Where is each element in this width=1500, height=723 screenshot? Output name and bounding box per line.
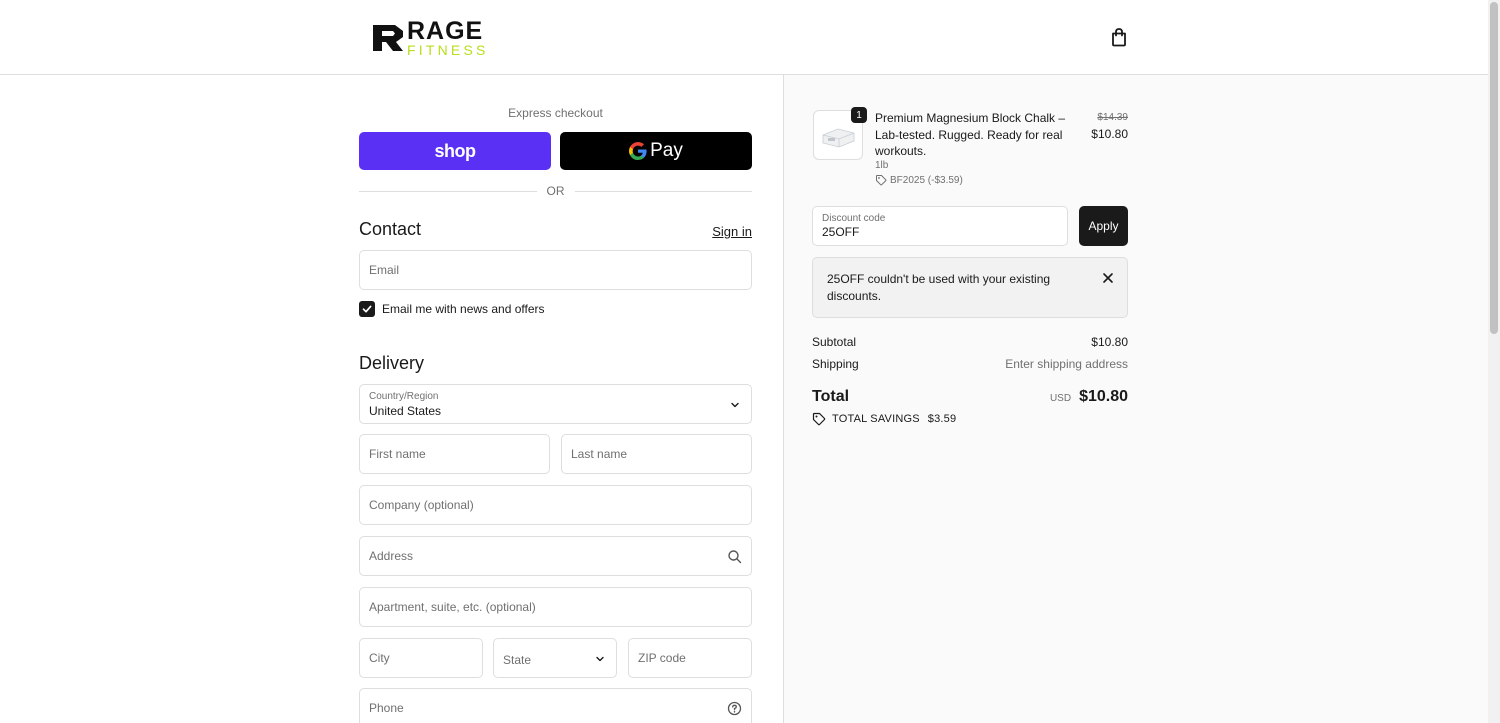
express-checkout-label: Express checkout	[508, 106, 603, 120]
zip-field[interactable]	[628, 638, 752, 678]
apartment-field[interactable]	[359, 587, 752, 627]
subtotal-label: Subtotal	[812, 335, 857, 349]
total-value: $10.80	[1079, 388, 1128, 405]
subtotal-row: Subtotal $10.80	[812, 335, 1128, 349]
logo-wordmark-fitness: FITNESS	[407, 42, 489, 58]
shipping-row: Shipping Enter shipping address	[812, 357, 1128, 371]
discount-code-field[interactable]: Discount code	[812, 206, 1068, 246]
city-field[interactable]	[359, 638, 483, 678]
discount-error-text: 25OFF couldn't be used with your existin…	[827, 272, 1051, 303]
google-pay-button[interactable]: Pay	[560, 132, 752, 170]
scrollbar-thumb[interactable]	[1490, 2, 1498, 334]
country-value: United States	[369, 404, 442, 418]
product-final-price: $10.80	[1091, 127, 1128, 141]
logo-wordmark-rage: RAGE	[407, 17, 484, 45]
total-savings-value: $3.59	[927, 413, 957, 425]
or-divider: OR	[359, 184, 752, 198]
apply-discount-button[interactable]: Apply	[1079, 206, 1128, 246]
newsletter-label: Email me with news and offers	[382, 302, 545, 316]
email-field[interactable]	[359, 250, 752, 290]
state-placeholder: State	[503, 653, 532, 667]
product-discount-tag: BF2025 (-$3.59)	[875, 174, 963, 186]
tag-icon	[812, 412, 826, 426]
chevron-down-icon	[731, 402, 739, 408]
address-field[interactable]	[359, 536, 752, 576]
total-currency: USD	[1049, 393, 1072, 404]
product-name: Premium Magnesium Block Chalk – Lab-test…	[875, 111, 1066, 158]
total-savings-label: TOTAL SAVINGS	[832, 413, 920, 425]
address-input[interactable]	[360, 537, 751, 575]
delivery-heading: Delivery	[359, 353, 425, 373]
sign-in-link[interactable]: Sign in	[690, 224, 752, 239]
first-name-field[interactable]	[359, 434, 550, 474]
city-input[interactable]	[360, 639, 482, 677]
newsletter-option[interactable]: Email me with news and offers	[359, 300, 545, 318]
google-pay-label: Pay	[650, 140, 683, 161]
google-g-icon	[629, 142, 647, 160]
page-scrollbar[interactable]	[1488, 0, 1500, 723]
email-input[interactable]	[360, 251, 751, 289]
tag-icon	[876, 175, 887, 186]
shop-pay-label: shop	[434, 140, 477, 161]
checkmark-icon	[362, 305, 372, 313]
product-discount-label: BF2025 (-$3.59)	[890, 174, 963, 186]
contact-heading: Contact	[359, 219, 422, 239]
last-name-field[interactable]	[561, 434, 752, 474]
first-name-input[interactable]	[360, 435, 549, 473]
apartment-input[interactable]	[360, 588, 751, 626]
discount-code-label: Discount code	[822, 213, 886, 224]
chevron-down-icon	[596, 656, 604, 662]
state-select[interactable]: State	[493, 638, 617, 678]
divider-line-right	[574, 190, 752, 192]
total-savings: TOTAL SAVINGS $3.59	[812, 412, 956, 426]
rage-fitness-logo[interactable]: RAGE FITNESS	[371, 17, 511, 58]
shopping-bag-icon[interactable]	[1108, 26, 1130, 48]
site-header: RAGE FITNESS	[0, 0, 1488, 75]
company-field[interactable]	[359, 485, 752, 525]
newsletter-checkbox[interactable]	[359, 301, 375, 317]
help-circle-icon[interactable]	[727, 701, 742, 716]
or-divider-text: OR	[546, 184, 565, 198]
total-label: Total	[812, 388, 850, 405]
zip-input[interactable]	[629, 639, 751, 677]
shipping-label: Shipping	[812, 357, 859, 371]
product-variant: 1lb	[875, 160, 889, 171]
product-original-price: $14.39	[1097, 112, 1128, 123]
shipping-value: Enter shipping address	[1005, 357, 1128, 371]
shop-pay-button[interactable]: shop	[359, 132, 551, 170]
logo-r-mark-icon	[373, 25, 403, 51]
last-name-input[interactable]	[562, 435, 751, 473]
search-icon	[728, 550, 742, 564]
phone-field[interactable]	[359, 688, 752, 723]
subtotal-value: $10.80	[1091, 335, 1128, 349]
country-select[interactable]: Country/Region United States	[359, 384, 752, 424]
company-input[interactable]	[360, 486, 751, 524]
close-icon[interactable]	[1101, 271, 1115, 285]
country-label: Country/Region	[369, 391, 439, 402]
total-row: Total USD $10.80	[812, 388, 1128, 406]
phone-input[interactable]	[360, 689, 751, 723]
quantity-badge: 1	[851, 107, 867, 123]
discount-error-notice: 25OFF couldn't be used with your existin…	[812, 257, 1128, 318]
divider-line-left	[359, 190, 537, 192]
discount-code-input[interactable]	[822, 225, 1052, 239]
